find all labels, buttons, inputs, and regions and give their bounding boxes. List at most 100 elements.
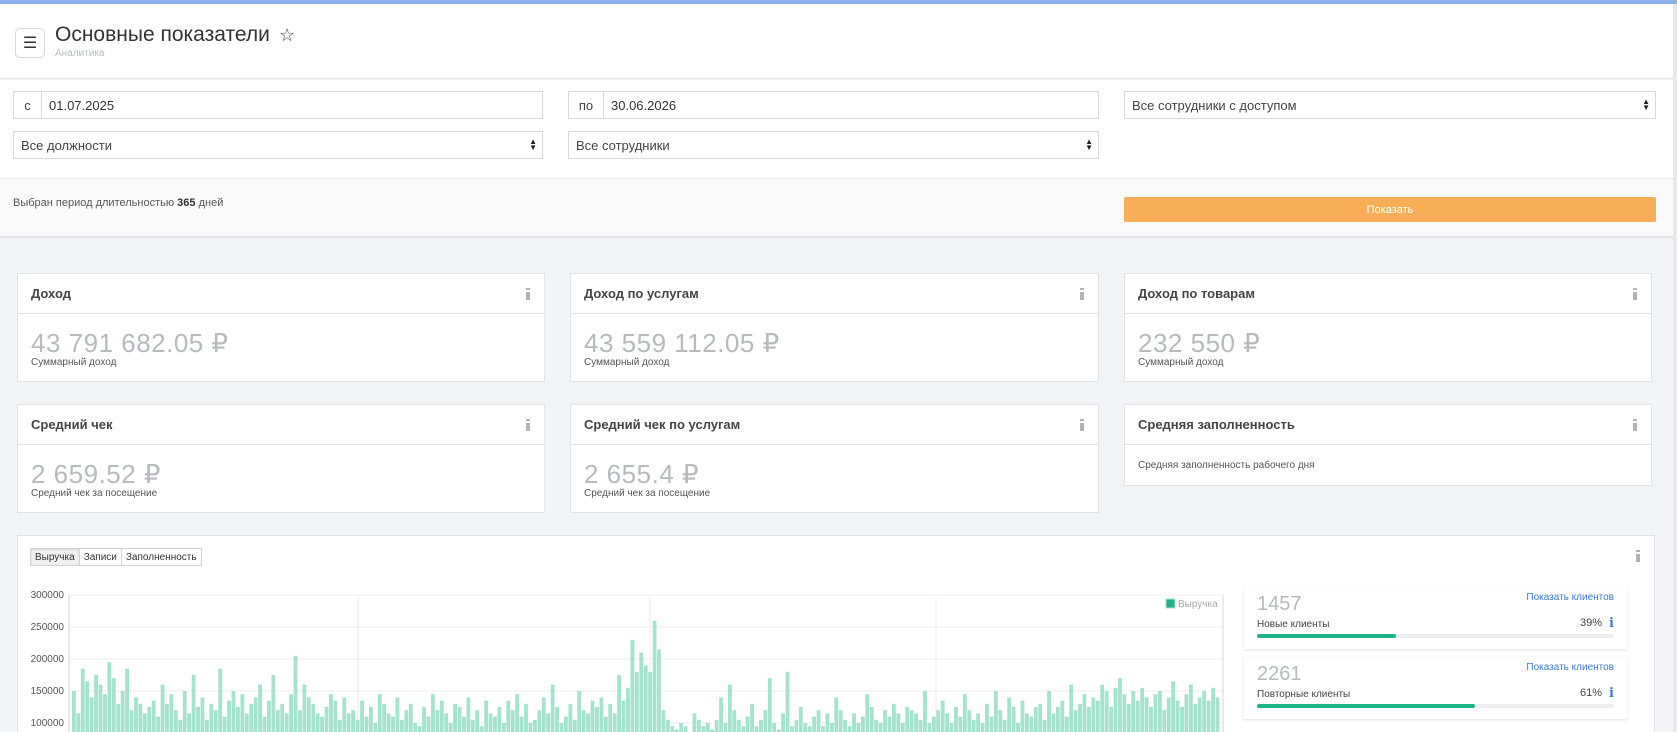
card-income-goods-title: Доход по товарам [1138,286,1255,301]
hamburger-icon[interactable]: ☰ [15,28,45,58]
info-icon[interactable] [1079,288,1085,300]
chart-bar [182,691,187,732]
date-to-field[interactable]: по 30.06.2026 [568,91,1099,119]
chart-bar [860,716,865,732]
staff-access-select[interactable]: Все сотрудники с доступом ▲ ▼ [1124,91,1656,119]
chart-bar [142,713,147,732]
chart-bar [373,723,378,732]
chart-bar [843,719,848,732]
chart-bar [568,703,573,732]
info-icon[interactable] [1632,419,1638,431]
chart-bar [1215,697,1220,732]
chart-bar [896,713,901,732]
info-icon[interactable] [1635,550,1641,562]
chart-bar [466,697,471,732]
info-icon[interactable] [1079,419,1085,431]
legend-swatch [1165,598,1176,609]
chart-bar [829,723,834,732]
chart-bar [821,726,825,732]
chart-bar [887,716,892,732]
chart-bar [790,726,794,732]
select-arrows-icon: ▲ ▼ [1642,97,1650,112]
chart-bar [439,700,444,732]
chart-bar [187,713,192,732]
chart-bar [173,710,178,732]
chart-bar [825,713,830,732]
date-to-prefix: по [569,92,604,118]
chart-bar [617,675,622,732]
staff-select[interactable]: Все сотрудники ▲ ▼ [568,131,1099,159]
chart-bar [696,719,701,732]
chart-bar [1047,691,1051,732]
chart-bar [962,694,967,732]
chart-bar [89,697,94,732]
chart-bar [240,694,245,732]
page-scrollbar[interactable] [1673,4,1677,732]
chart-bar [665,719,670,732]
chart-bar [692,713,697,732]
chart-bar [528,723,533,732]
chart-bar [847,726,852,732]
date-from-value[interactable]: 01.07.2025 [42,92,114,118]
chart-bar [634,671,639,732]
chart-bar [1091,697,1096,732]
card-avg-check-services-header: Средний чек по услугам [571,405,1098,445]
info-icon[interactable] [1632,288,1638,300]
chart-bar [138,703,143,732]
card-avg-fill-title: Средняя заполненность [1138,417,1295,432]
chart-bar [1131,691,1136,732]
chart-bar [989,716,994,732]
date-to-value[interactable]: 30.06.2026 [604,92,676,118]
card-income-value: 43 791 682.05 ₽ [31,328,229,358]
chart-bar [595,707,599,732]
chart-bar [333,700,338,732]
card-avg-fill-header: Средняя заполненность [1125,405,1651,445]
chart-bar [267,700,271,732]
star-icon[interactable]: ☆ [279,25,295,46]
chart-bar [271,675,276,732]
info-icon[interactable]: i [1609,686,1614,701]
card-income-services: Доход по услугам 43 559 112.05 ₽ Суммарн… [570,273,1099,382]
chart-bar [816,710,821,732]
y-tick-label: 100000 [31,718,65,729]
page-title: Основные показатели [55,23,270,46]
chart-bar [1202,691,1207,732]
chart-bar [98,684,103,732]
chart-bar [546,713,551,732]
chart-bar [914,713,918,732]
chart-bar [377,694,382,732]
show-new-clients-link[interactable]: Показать клиентов [1526,592,1614,603]
info-icon[interactable] [525,288,531,300]
chart-bar [488,713,493,732]
chart-bar [834,697,839,732]
date-from-field[interactable]: с 01.07.2025 [13,91,543,119]
chart-bar [1188,684,1193,732]
positions-select[interactable]: Все должности ▲ ▼ [13,131,543,159]
chart-bar [767,678,772,732]
chart-bar [453,703,458,732]
y-tick-label: 150000 [31,686,65,697]
chart-bar [253,697,258,732]
chart-bar [679,723,684,732]
chart-bar [541,697,546,732]
chart-bar [107,662,112,732]
chart-bar [120,691,125,732]
info-icon[interactable]: i [1609,616,1614,631]
chart-bar [426,716,431,732]
stat-repeat-clients: 2261 Повторные клиенты Показать клиентов… [1244,657,1627,719]
info-icon[interactable] [525,419,531,431]
chart-bar [169,694,174,732]
chart-bar [1109,707,1114,732]
card-income-services-caption: Суммарный доход [584,357,670,368]
chart-bar [590,700,595,732]
show-repeat-clients-link[interactable]: Показать клиентов [1526,662,1614,673]
chart-bar [1029,716,1034,732]
chart-bar [1020,700,1025,732]
show-button[interactable]: Показать [1124,197,1656,222]
chart-bar [382,703,387,732]
chart-bar [555,707,559,732]
card-avg-check: Средний чек 2 659.52 ₽ Средний чек за по… [17,404,545,513]
chart-bar [701,726,706,732]
chart-bar [918,719,923,732]
period-text: Выбран период длительностью 365 дней [13,197,223,209]
